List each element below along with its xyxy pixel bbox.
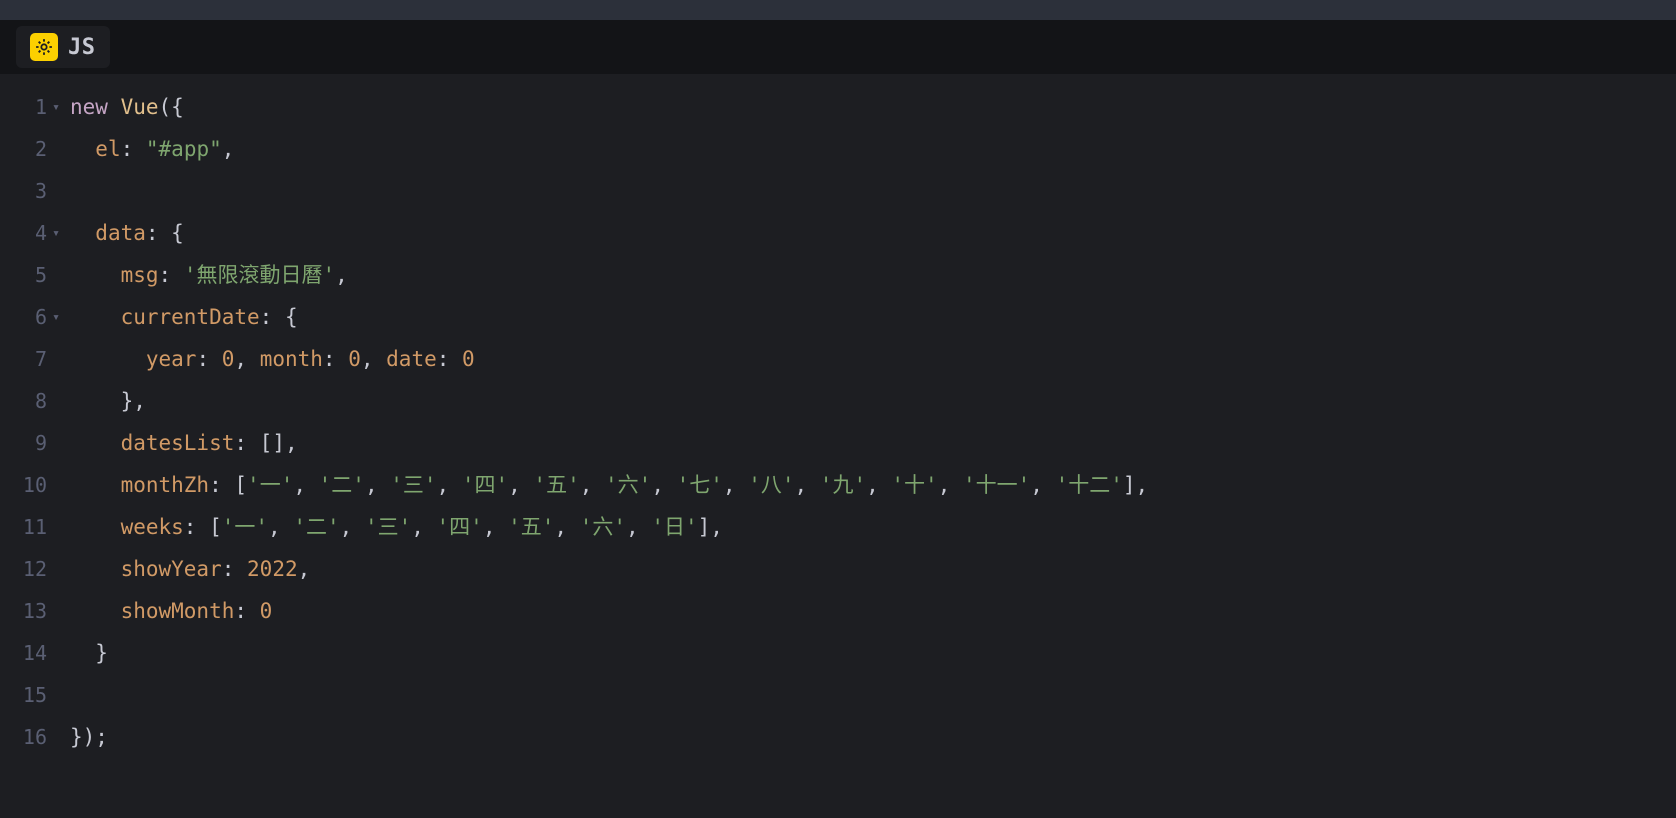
code-line: showYear: 2022, [70,548,1676,590]
line-number: 3▾ [0,170,70,212]
code-line [70,170,1676,212]
code-line: new Vue({ [70,86,1676,128]
line-number: 14▾ [0,632,70,674]
line-number: 1▾ [0,86,70,128]
code-line: datesList: [], [70,422,1676,464]
fold-icon[interactable]: ▾ [50,100,62,115]
line-number: 8▾ [0,380,70,422]
line-number: 15▾ [0,674,70,716]
window-topbar [0,0,1676,20]
code-line [70,674,1676,716]
line-number: 2▾ [0,128,70,170]
editor-tabbar: JS [0,20,1676,74]
line-number: 5▾ [0,254,70,296]
fold-icon[interactable]: ▾ [50,310,62,325]
line-number: 6▾ [0,296,70,338]
line-number: 7▾ [0,338,70,380]
line-number: 13▾ [0,590,70,632]
code-line: data: { [70,212,1676,254]
line-number-gutter: 1▾2▾3▾4▾5▾6▾7▾8▾9▾10▾11▾12▾13▾14▾15▾16▾ [0,74,70,818]
tab-js[interactable]: JS [16,26,110,68]
code-line: msg: '無限滾動日曆', [70,254,1676,296]
fold-icon[interactable]: ▾ [50,226,62,241]
code-line: weeks: ['一', '二', '三', '四', '五', '六', '日… [70,506,1676,548]
line-number: 4▾ [0,212,70,254]
line-number: 16▾ [0,716,70,758]
code-area[interactable]: new Vue({ el: "#app", data: { msg: '無限滾動… [70,74,1676,818]
code-line: el: "#app", [70,128,1676,170]
line-number: 11▾ [0,506,70,548]
code-line: currentDate: { [70,296,1676,338]
code-line: }, [70,380,1676,422]
tab-label: JS [68,35,96,60]
code-line: year: 0, month: 0, date: 0 [70,338,1676,380]
code-line: monthZh: ['一', '二', '三', '四', '五', '六', … [70,464,1676,506]
code-line: }); [70,716,1676,758]
line-number: 12▾ [0,548,70,590]
code-editor[interactable]: 1▾2▾3▾4▾5▾6▾7▾8▾9▾10▾11▾12▾13▾14▾15▾16▾ … [0,74,1676,818]
line-number: 10▾ [0,464,70,506]
gear-icon [30,33,58,61]
code-line: showMonth: 0 [70,590,1676,632]
line-number: 9▾ [0,422,70,464]
code-line: } [70,632,1676,674]
